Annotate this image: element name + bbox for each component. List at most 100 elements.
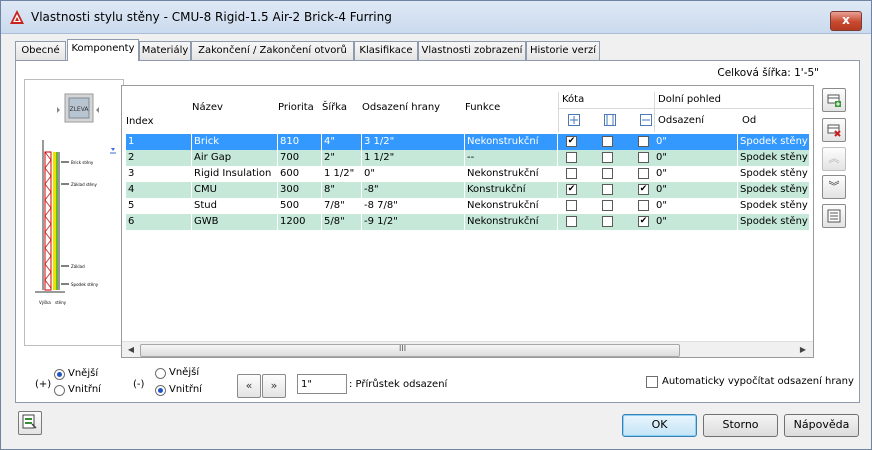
auto-offset-checkbox[interactable] bbox=[646, 376, 658, 388]
dimension-checkbox[interactable] bbox=[566, 216, 577, 227]
scroll-left-icon[interactable]: ◀ bbox=[124, 344, 138, 356]
cell-bottom-from[interactable]: Spodek stěny bbox=[738, 134, 810, 150]
dimension-checkbox[interactable] bbox=[638, 136, 649, 147]
tab-display-properties[interactable]: Vlastnosti zobrazení bbox=[418, 41, 526, 60]
dimension-checkbox[interactable] bbox=[602, 152, 613, 163]
add-component-button[interactable] bbox=[822, 88, 846, 112]
table-row[interactable]: 1 Brick 810 4" 3 1/2" Nekonstrukční ✔ 0" Spodek … bbox=[126, 134, 810, 150]
tab-components[interactable]: Komponenty bbox=[67, 39, 139, 61]
scroll-thumb[interactable]: III bbox=[140, 344, 680, 357]
table-row[interactable]: 3 Rigid Insulation 600 1 1/2" 0" Nekonstrukčn… bbox=[126, 166, 810, 182]
cell-bottom-offset[interactable]: 0" bbox=[654, 166, 738, 182]
dimension-checkbox[interactable] bbox=[602, 184, 613, 195]
col-bottom-offset[interactable]: Odsazení bbox=[658, 115, 704, 126]
dimension-checkbox[interactable] bbox=[638, 200, 649, 211]
dimension-checkbox[interactable]: ✔ bbox=[638, 184, 649, 195]
move-up-button[interactable]: ︽ bbox=[822, 147, 846, 171]
cell-width[interactable]: 8" bbox=[322, 182, 362, 198]
col-index[interactable]: Index bbox=[126, 116, 154, 127]
help-button[interactable]: Nápověda bbox=[784, 414, 859, 437]
dim-both-sides-icon[interactable] bbox=[604, 114, 616, 126]
cell-function[interactable]: Nekonstrukční bbox=[465, 198, 558, 214]
dimension-checkbox[interactable] bbox=[602, 168, 613, 179]
title-bar[interactable]: Vlastnosti stylu stěny - CMU-8 Rigid-1.5… bbox=[1, 1, 871, 34]
cell-priority[interactable]: 600 bbox=[278, 166, 322, 182]
cell-bottom-offset[interactable]: 0" bbox=[654, 150, 738, 166]
dimension-checkbox[interactable] bbox=[638, 168, 649, 179]
dimension-checkbox[interactable] bbox=[602, 216, 613, 227]
cell-function[interactable]: Konstrukční bbox=[465, 182, 558, 198]
tab-classification[interactable]: Klasifikace bbox=[354, 41, 418, 60]
cell-index[interactable]: 4 bbox=[126, 182, 192, 198]
cell-priority[interactable]: 300 bbox=[278, 182, 322, 198]
cell-width[interactable]: 5/8" bbox=[322, 214, 362, 230]
cell-bottom-offset[interactable]: 0" bbox=[654, 134, 738, 150]
cell-name[interactable]: Brick bbox=[192, 134, 278, 150]
cell-width[interactable]: 1 1/2" bbox=[322, 166, 362, 182]
plus-inner-radio[interactable] bbox=[54, 385, 65, 396]
cancel-button[interactable]: Storno bbox=[703, 414, 778, 437]
decrease-offset-button[interactable]: « bbox=[237, 374, 261, 398]
move-down-button[interactable]: ︾ bbox=[822, 175, 846, 199]
cell-function[interactable]: Nekonstrukční bbox=[465, 134, 558, 150]
table-row[interactable]: 5 Stud 500 7/8" -8 7/8" Nekonstrukční 0" Spodek… bbox=[126, 198, 810, 214]
component-details-button[interactable] bbox=[822, 204, 846, 228]
increase-offset-button[interactable]: » bbox=[262, 374, 286, 398]
col-offset[interactable]: Odsazení hrany bbox=[362, 102, 440, 113]
table-row[interactable]: 2 Air Gap 700 2" 1 1/2" -- 0" Spodek stěny bbox=[126, 150, 810, 166]
dimension-checkbox[interactable] bbox=[638, 152, 649, 163]
cell-offset[interactable]: 0" bbox=[362, 166, 465, 182]
col-name[interactable]: Název bbox=[192, 102, 223, 113]
cell-index[interactable]: 1 bbox=[126, 134, 192, 150]
cell-name[interactable]: Stud bbox=[192, 198, 278, 214]
cell-function[interactable]: -- bbox=[465, 150, 558, 166]
components-grid[interactable]: Index Název Priorita Šířka Odsazení hran… bbox=[121, 85, 814, 358]
tab-general[interactable]: Obecné bbox=[15, 41, 66, 60]
cell-bottom-from[interactable]: Spodek stěny bbox=[738, 214, 810, 230]
dimension-checkbox[interactable] bbox=[566, 200, 577, 211]
cell-index[interactable]: 2 bbox=[126, 150, 192, 166]
ok-button[interactable]: OK bbox=[622, 414, 697, 437]
minus-outer-radio[interactable] bbox=[155, 368, 166, 379]
cell-index[interactable]: 5 bbox=[126, 198, 192, 214]
minus-inner-radio[interactable] bbox=[155, 385, 166, 396]
offset-increment-input[interactable]: 1" bbox=[297, 374, 347, 394]
dimension-checkbox[interactable]: ✔ bbox=[638, 216, 649, 227]
tab-endcaps[interactable]: Zakončení / Zakončení otvorů bbox=[191, 41, 354, 60]
cell-priority[interactable]: 810 bbox=[278, 134, 322, 150]
cell-name[interactable]: GWB bbox=[192, 214, 278, 230]
cell-offset[interactable]: -8" bbox=[362, 182, 465, 198]
cell-width[interactable]: 7/8" bbox=[322, 198, 362, 214]
cell-width[interactable]: 2" bbox=[322, 150, 362, 166]
dimension-checkbox[interactable] bbox=[566, 168, 577, 179]
cell-priority[interactable]: 1200 bbox=[278, 214, 322, 230]
col-width[interactable]: Šířka bbox=[322, 102, 347, 113]
cell-index[interactable]: 3 bbox=[126, 166, 192, 182]
cell-bottom-from[interactable]: Spodek stěny bbox=[738, 198, 810, 214]
dimension-checkbox[interactable]: ✔ bbox=[566, 136, 577, 147]
dimension-checkbox[interactable] bbox=[602, 136, 613, 147]
cell-bottom-offset[interactable]: 0" bbox=[654, 198, 738, 214]
col-function[interactable]: Funkce bbox=[465, 102, 500, 113]
cell-offset[interactable]: 1 1/2" bbox=[362, 150, 465, 166]
cell-name[interactable]: Air Gap bbox=[192, 150, 278, 166]
horizontal-scrollbar[interactable]: ◀ III ▶ bbox=[122, 341, 813, 357]
cell-index[interactable]: 6 bbox=[126, 214, 192, 230]
cell-bottom-from[interactable]: Spodek stěny bbox=[738, 182, 810, 198]
cell-function[interactable]: Nekonstrukční bbox=[465, 166, 558, 182]
cell-bottom-from[interactable]: Spodek stěny bbox=[738, 150, 810, 166]
dimension-checkbox[interactable] bbox=[566, 152, 577, 163]
cell-priority[interactable]: 500 bbox=[278, 198, 322, 214]
cell-priority[interactable]: 700 bbox=[278, 150, 322, 166]
table-row[interactable]: 4 CMU 300 8" -8" Konstrukční ✔ ✔ 0" Spodek stěny bbox=[126, 182, 810, 198]
cell-offset[interactable]: 3 1/2" bbox=[362, 134, 465, 150]
cell-width[interactable]: 4" bbox=[322, 134, 362, 150]
dim-center-icon[interactable] bbox=[568, 114, 580, 126]
dimension-checkbox[interactable]: ✔ bbox=[566, 184, 577, 195]
cell-offset[interactable]: -9 1/2" bbox=[362, 214, 465, 230]
cell-bottom-offset[interactable]: 0" bbox=[654, 182, 738, 198]
scroll-right-icon[interactable]: ▶ bbox=[796, 344, 810, 356]
close-button[interactable]: x bbox=[830, 11, 862, 31]
cell-bottom-offset[interactable]: 0" bbox=[654, 214, 738, 230]
cell-offset[interactable]: -8 7/8" bbox=[362, 198, 465, 214]
